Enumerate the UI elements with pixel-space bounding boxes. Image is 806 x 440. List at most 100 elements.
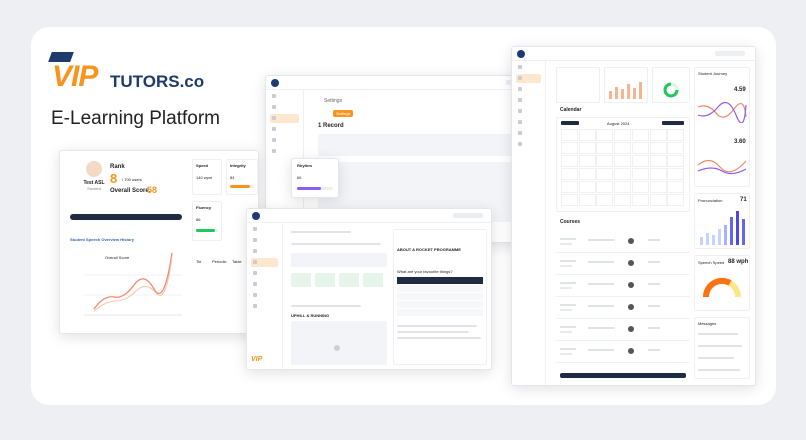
course-row[interactable] — [556, 255, 690, 275]
calendar-cell[interactable] — [596, 142, 614, 154]
calendar-cell[interactable] — [614, 142, 632, 154]
calendar-cell[interactable] — [561, 194, 578, 206]
calendar-cell[interactable] — [596, 181, 614, 193]
calendar-cell[interactable] — [578, 142, 596, 154]
sidebar-item[interactable] — [516, 107, 541, 116]
sidebar-item[interactable] — [251, 269, 278, 278]
sidebar-item[interactable] — [516, 118, 541, 127]
calendar-cell[interactable] — [561, 181, 578, 193]
col-periodic: Periodic — [212, 259, 227, 264]
calendar-cell[interactable] — [667, 129, 685, 141]
sidebar-item[interactable] — [516, 129, 541, 138]
view-all-button[interactable] — [560, 373, 686, 378]
sidebar-item[interactable] — [270, 136, 299, 145]
calendar-cell[interactable] — [596, 168, 614, 180]
rating-value: 4.59 — [734, 87, 746, 93]
col-table: Table — [232, 259, 242, 264]
calendar-cell[interactable] — [596, 194, 614, 206]
calendar-cell[interactable] — [561, 142, 578, 154]
course-row[interactable] — [556, 321, 690, 341]
calendar-cell[interactable] — [649, 168, 667, 180]
sidebar-item[interactable] — [251, 291, 278, 300]
course-row[interactable] — [556, 277, 690, 297]
calendar-cell[interactable] — [561, 155, 578, 167]
calendar-cell[interactable] — [649, 155, 667, 167]
mini-bar-chart — [609, 82, 642, 99]
calendar-cell[interactable] — [631, 194, 649, 206]
speed-gauge — [702, 277, 741, 298]
calendar-cell[interactable] — [667, 168, 685, 180]
sidebar-item[interactable] — [516, 96, 541, 105]
speed-value: 140 wpm — [196, 175, 213, 180]
calendar-cell[interactable] — [667, 155, 685, 167]
sidebar-item[interactable] — [251, 236, 278, 245]
course-row[interactable] — [556, 343, 690, 363]
pronunciation-label: Pronunciation — [698, 198, 723, 203]
sidebar-item[interactable] — [270, 103, 299, 112]
image-grid[interactable] — [291, 273, 387, 297]
audio-player[interactable] — [70, 214, 182, 220]
sidebar-item[interactable] — [270, 92, 299, 101]
sidebar-item-lessons[interactable] — [251, 258, 278, 267]
sidebar-item[interactable] — [516, 63, 541, 72]
sidebar-item[interactable] — [251, 225, 278, 234]
calendar-cell[interactable] — [667, 142, 685, 154]
sidebar-item[interactable] — [251, 302, 278, 311]
sidebar-item[interactable] — [251, 280, 278, 289]
calendar-cell[interactable] — [649, 142, 667, 154]
calendar-title: Calendar — [560, 107, 582, 113]
fluency-value: 86 — [196, 217, 201, 222]
image-thumb[interactable] — [291, 273, 311, 287]
calendar-cell[interactable] — [649, 194, 667, 206]
image-thumb[interactable] — [339, 273, 359, 287]
course-row[interactable] — [556, 233, 690, 253]
calendar-cell[interactable] — [596, 155, 614, 167]
calendar-cell[interactable] — [561, 168, 578, 180]
sidebar-item[interactable] — [251, 247, 278, 256]
image-thumb[interactable] — [315, 273, 335, 287]
calendar-cell[interactable] — [614, 155, 632, 167]
calendar-cell[interactable] — [631, 142, 649, 154]
calendar-cell[interactable] — [631, 155, 649, 167]
calendar-cell[interactable] — [596, 129, 614, 141]
calendar-cell[interactable] — [649, 129, 667, 141]
calendar-cell[interactable] — [614, 129, 632, 141]
overall-label: Overall Score: — [110, 188, 151, 194]
rank-total: / 700 users — [122, 177, 142, 182]
calendar-cell[interactable] — [578, 155, 596, 167]
rhythm-value: 66 — [297, 175, 302, 180]
speech-speed-label: Speech Speed — [698, 260, 725, 265]
calendar-cell[interactable] — [614, 181, 632, 193]
sidebar-item-dashboard[interactable] — [516, 74, 541, 83]
calendar-cell[interactable] — [667, 181, 685, 193]
calendar-cell[interactable] — [614, 194, 632, 206]
sidebar-item[interactable] — [516, 85, 541, 94]
calendar-cell[interactable] — [578, 168, 596, 180]
tab-settings[interactable]: Settings — [333, 110, 354, 117]
journey-chart — [697, 101, 747, 123]
calendar-cell[interactable] — [578, 181, 596, 193]
course-row[interactable] — [556, 299, 690, 319]
app-logo-icon — [271, 79, 279, 87]
analytics-screenshot: Test ASL Student Rank 8 / 700 users Over… — [59, 150, 259, 334]
calendar-cell[interactable] — [649, 181, 667, 193]
calendar-cell[interactable] — [631, 181, 649, 193]
calendar-cell[interactable] — [631, 168, 649, 180]
calendar-cell[interactable] — [578, 129, 596, 141]
calendar-cell[interactable] — [614, 168, 632, 180]
calendar-cell[interactable] — [561, 129, 578, 141]
table-row — [397, 285, 483, 292]
calendar-cell[interactable] — [631, 129, 649, 141]
sidebar-item-settings[interactable] — [270, 114, 299, 123]
sidebar-item[interactable] — [270, 147, 299, 156]
image-thumb[interactable] — [363, 273, 383, 287]
pronunciation-bars — [700, 211, 745, 245]
play-icon[interactable] — [334, 345, 340, 351]
avatar — [86, 161, 102, 177]
calendar-cell[interactable] — [667, 194, 685, 206]
sidebar-item[interactable] — [516, 140, 541, 149]
sidebar-item[interactable] — [270, 125, 299, 134]
calendar-cell[interactable] — [578, 194, 596, 206]
calendar-grid[interactable] — [561, 129, 685, 207]
fluency-label: Fluency — [196, 205, 212, 210]
